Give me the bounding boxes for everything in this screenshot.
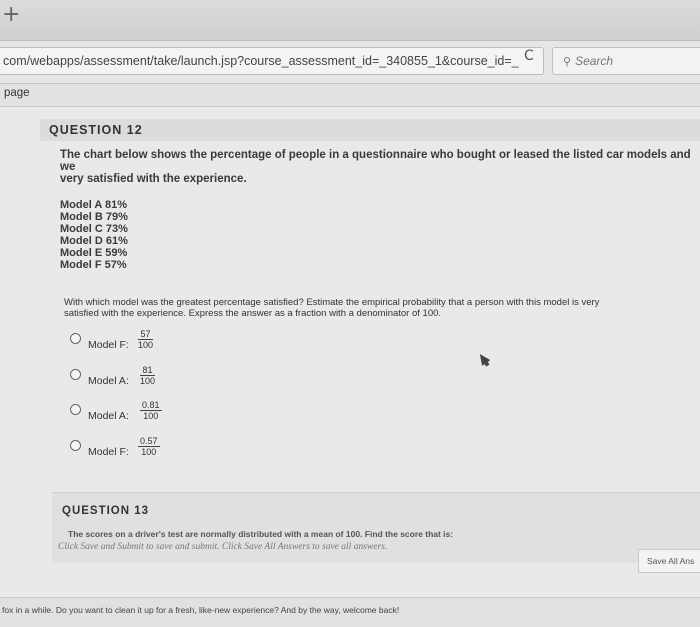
notification-bar: fox in a while. Do you want to clean it … <box>0 597 700 627</box>
mouse-cursor-icon <box>475 351 491 366</box>
question-text: With which model was the greatest percen… <box>64 297 694 319</box>
prompt-line-2: very satisfied with the experience. <box>60 173 247 185</box>
notification-text: fox in a while. Do you want to clean it … <box>2 605 400 615</box>
option-fraction: 81 100 <box>140 365 156 387</box>
address-bar[interactable]: com/webapps/assessment/take/launch.jsp?c… <box>0 47 544 75</box>
question-12-title: QUESTION 12 <box>49 123 143 137</box>
reload-icon[interactable]: C <box>524 48 534 64</box>
assessment-content: QUESTION 12 The chart below shows the pe… <box>0 107 700 627</box>
question-line-1: With which model was the greatest percen… <box>64 297 600 308</box>
prompt-line-1: The chart below shows the percentage of … <box>60 149 691 173</box>
fraction-numerator: 0.81 <box>140 400 162 411</box>
new-tab-icon[interactable]: + <box>2 4 20 26</box>
radio-button[interactable] <box>70 404 81 415</box>
question-line-2: satisfied with the experience. Express t… <box>64 308 442 319</box>
option-fraction: 57 100 <box>138 329 154 351</box>
model-item: Model B 79% <box>60 211 128 223</box>
fraction-denominator: 100 <box>141 447 157 457</box>
model-item: Model C 73% <box>60 223 128 235</box>
fraction-numerator: 0.57 <box>138 436 160 447</box>
question-prompt: The chart below shows the percentage of … <box>60 149 700 185</box>
fraction-numerator: 81 <box>140 365 156 376</box>
model-item: Model E 59% <box>60 247 128 259</box>
option-label: Model A: <box>88 410 129 422</box>
question-12-header: QUESTION 12 <box>40 119 700 141</box>
search-placeholder: Search <box>575 54 614 68</box>
radio-button[interactable] <box>70 369 81 380</box>
fraction-denominator: 100 <box>138 340 154 350</box>
question-13-panel: QUESTION 13 The scores on a driver's tes… <box>52 492 700 563</box>
option-fraction: 0.57 100 <box>138 436 160 458</box>
model-item: Model F 57% <box>60 259 127 271</box>
fraction-denominator: 100 <box>140 376 156 386</box>
search-input[interactable]: ⚲ Search <box>552 47 700 75</box>
option-label: Model F: <box>88 339 129 351</box>
radio-button[interactable] <box>70 440 81 451</box>
bookmark-item[interactable]: page <box>4 87 30 99</box>
question-12-body: The chart below shows the percentage of … <box>60 149 700 271</box>
question-13-text: The scores on a driver's test are normal… <box>68 529 454 539</box>
tab-strip: + <box>0 0 700 41</box>
fraction-denominator: 100 <box>143 411 159 421</box>
bookmarks-bar: page <box>0 84 700 107</box>
option-fraction: 0.81 100 <box>140 400 162 422</box>
model-item: Model D 61% <box>60 235 128 247</box>
search-icon: ⚲ <box>563 55 572 68</box>
save-all-answers-button[interactable]: Save All Ans <box>638 549 700 573</box>
model-item: Model A 81% <box>60 199 128 211</box>
question-13-title: QUESTION 13 <box>62 505 150 517</box>
option-label: Model F: <box>88 446 129 458</box>
fraction-numerator: 57 <box>138 329 154 340</box>
browser-toolbar: com/webapps/assessment/take/launch.jsp?c… <box>0 41 700 84</box>
option-label: Model A: <box>88 375 129 387</box>
radio-button[interactable] <box>70 333 81 344</box>
submit-hint: Click Save and Submit to save and submit… <box>58 542 388 552</box>
model-list: Model A 81% Model B 79% Model C 73% Mode… <box>60 199 700 271</box>
